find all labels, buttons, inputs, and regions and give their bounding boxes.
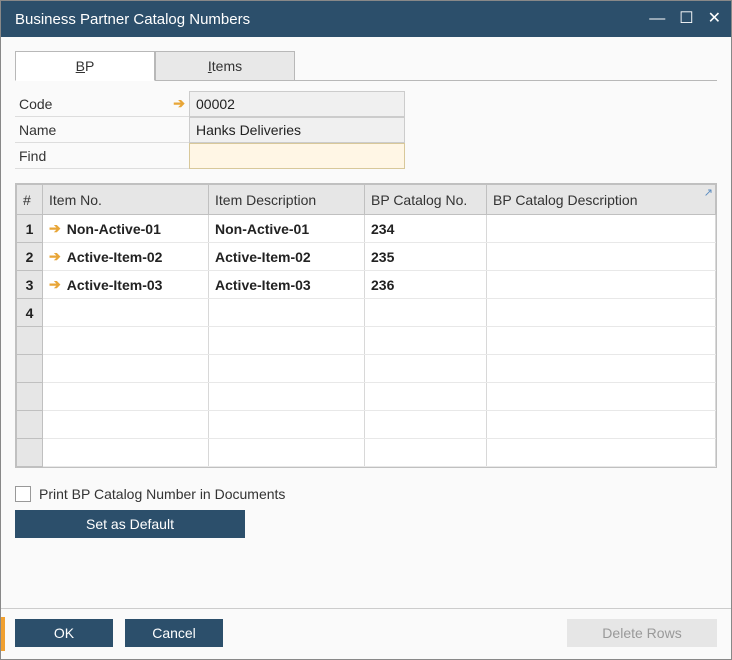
window-controls: — ☐ ✕ (649, 11, 721, 27)
cell-item-desc[interactable]: Active-Item-03 (209, 271, 365, 299)
minimize-icon[interactable]: — (649, 11, 665, 27)
titlebar: Business Partner Catalog Numbers — ☐ ✕ (1, 1, 731, 37)
print-checkbox-row: Print BP Catalog Number in Documents (15, 486, 717, 502)
cell-bp-cat-desc[interactable] (487, 327, 716, 355)
cell-bp-cat-desc[interactable] (487, 439, 716, 467)
row-code: Code ➔ (15, 91, 717, 117)
row-number[interactable] (17, 383, 43, 411)
label-name: Name (15, 117, 189, 143)
cell-bp-cat-no[interactable]: 234 (365, 215, 487, 243)
row-number[interactable] (17, 327, 43, 355)
window-title: Business Partner Catalog Numbers (15, 11, 250, 28)
cell-bp-cat-desc[interactable] (487, 355, 716, 383)
cell-item-desc[interactable] (209, 383, 365, 411)
catalog-grid: # Item No. Item Description BP Catalog N… (16, 184, 716, 467)
cell-item-no[interactable]: ➔Active-Item-03 (43, 271, 209, 299)
cell-bp-cat-no[interactable] (365, 411, 487, 439)
tab-items[interactable]: Items (155, 51, 295, 81)
header-bp-cat-desc[interactable]: BP Catalog Description (487, 185, 716, 215)
cell-item-desc[interactable]: Non-Active-01 (209, 215, 365, 243)
cell-item-no[interactable] (43, 411, 209, 439)
cell-bp-cat-no[interactable] (365, 355, 487, 383)
header-num[interactable]: # (17, 185, 43, 215)
input-code[interactable] (189, 91, 405, 117)
close-icon[interactable]: ✕ (708, 11, 721, 27)
table-row[interactable] (17, 355, 716, 383)
cell-item-desc[interactable] (209, 411, 365, 439)
table-row[interactable]: 2➔Active-Item-02Active-Item-02235 (17, 243, 716, 271)
cell-bp-cat-desc[interactable] (487, 411, 716, 439)
maximize-icon[interactable]: ☐ (679, 11, 693, 27)
row-name: Name (15, 117, 717, 143)
row-number[interactable] (17, 355, 43, 383)
tab-bp[interactable]: BP (15, 51, 155, 81)
table-row[interactable]: 3➔Active-Item-03Active-Item-03236 (17, 271, 716, 299)
table-row[interactable] (17, 439, 716, 467)
cell-item-desc[interactable]: Active-Item-02 (209, 243, 365, 271)
table-row[interactable] (17, 411, 716, 439)
row-number[interactable]: 1 (17, 215, 43, 243)
link-arrow-icon[interactable]: ➔ (49, 220, 61, 237)
cell-item-desc[interactable] (209, 439, 365, 467)
row-number[interactable]: 2 (17, 243, 43, 271)
tab-strip: BP Items (15, 51, 717, 81)
set-default-button[interactable]: Set as Default (15, 510, 245, 538)
link-arrow-icon[interactable]: ➔ (49, 248, 61, 265)
grid-container: ↗ # Item No. Item Description BP Catalog… (15, 183, 717, 468)
cell-item-desc[interactable] (209, 355, 365, 383)
expand-icon[interactable]: ↗ (704, 186, 713, 199)
row-number[interactable] (17, 411, 43, 439)
cell-item-desc[interactable] (209, 327, 365, 355)
tab-body: Code ➔ Name Find ↗ (15, 80, 717, 538)
footer-accent (1, 617, 5, 651)
table-row[interactable]: 4 (17, 299, 716, 327)
cell-bp-cat-no[interactable] (365, 383, 487, 411)
label-find: Find (15, 143, 189, 169)
grid-header-row: # Item No. Item Description BP Catalog N… (17, 185, 716, 215)
cell-bp-cat-desc[interactable] (487, 383, 716, 411)
content-area: BP Items Code ➔ Name (1, 37, 731, 608)
ok-button[interactable]: OK (15, 619, 113, 647)
cell-item-no[interactable]: ➔Active-Item-02 (43, 243, 209, 271)
cell-item-no[interactable]: ➔Non-Active-01 (43, 215, 209, 243)
row-number[interactable]: 3 (17, 271, 43, 299)
label-code: Code ➔ (15, 91, 189, 117)
cell-bp-cat-no[interactable]: 236 (365, 271, 487, 299)
footer: OK Cancel Delete Rows (1, 608, 731, 659)
input-find[interactable] (189, 143, 405, 169)
cell-bp-cat-desc[interactable] (487, 243, 716, 271)
link-arrow-icon[interactable]: ➔ (49, 276, 61, 293)
cell-bp-cat-desc[interactable] (487, 299, 716, 327)
header-bp-cat-no[interactable]: BP Catalog No. (365, 185, 487, 215)
table-row[interactable] (17, 327, 716, 355)
print-checkbox[interactable] (15, 486, 31, 502)
delete-rows-button[interactable]: Delete Rows (567, 619, 717, 647)
print-checkbox-label: Print BP Catalog Number in Documents (39, 486, 285, 502)
row-number[interactable] (17, 439, 43, 467)
cell-bp-cat-desc[interactable] (487, 271, 716, 299)
cell-bp-cat-no[interactable] (365, 327, 487, 355)
header-item-desc[interactable]: Item Description (209, 185, 365, 215)
cell-item-no[interactable] (43, 355, 209, 383)
header-item-no[interactable]: Item No. (43, 185, 209, 215)
table-row[interactable]: 1➔Non-Active-01Non-Active-01234 (17, 215, 716, 243)
cell-item-no[interactable] (43, 299, 209, 327)
cell-item-desc[interactable] (209, 299, 365, 327)
cell-bp-cat-no[interactable] (365, 439, 487, 467)
cell-bp-cat-no[interactable]: 235 (365, 243, 487, 271)
cell-item-no[interactable] (43, 439, 209, 467)
link-arrow-icon[interactable]: ➔ (173, 95, 185, 112)
input-name[interactable] (189, 117, 405, 143)
row-find: Find (15, 143, 717, 169)
row-number[interactable]: 4 (17, 299, 43, 327)
cell-bp-cat-no[interactable] (365, 299, 487, 327)
set-default-row: Set as Default (15, 510, 717, 538)
cancel-button[interactable]: Cancel (125, 619, 223, 647)
cell-bp-cat-desc[interactable] (487, 215, 716, 243)
table-row[interactable] (17, 383, 716, 411)
window: Business Partner Catalog Numbers — ☐ ✕ B… (0, 0, 732, 660)
cell-item-no[interactable] (43, 383, 209, 411)
cell-item-no[interactable] (43, 327, 209, 355)
